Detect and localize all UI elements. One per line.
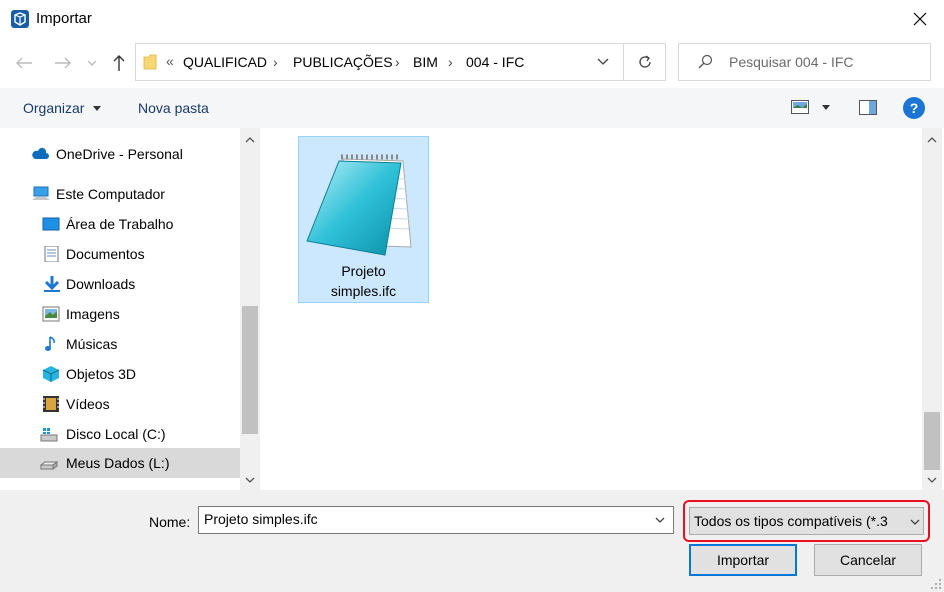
file-list-scrollbar[interactable]	[922, 128, 942, 490]
sidebar-item-label: Este Computador	[56, 186, 165, 202]
sidebar-item-3d-objects[interactable]: Objetos 3D	[0, 359, 240, 389]
caret-down-icon[interactable]	[93, 106, 101, 111]
breadcrumb-item[interactable]: BIM	[413, 54, 438, 70]
downloads-icon	[44, 276, 60, 292]
sidebar-item-label: Documentos	[66, 246, 145, 262]
objects-3d-icon	[42, 366, 60, 382]
sidebar-item-drive-l[interactable]: Meus Dados (L:)	[0, 448, 240, 478]
breadcrumb-item[interactable]: PUBLICAÇÕES	[293, 54, 393, 70]
close-icon	[913, 12, 927, 26]
chevron-down-icon[interactable]	[594, 54, 612, 70]
breadcrumb-separator-icon[interactable]: ›	[395, 54, 400, 70]
chevron-down-icon[interactable]	[654, 515, 666, 525]
view-mode-icon[interactable]	[791, 100, 809, 114]
search-box[interactable]: Pesquisar 004 - IFC	[678, 43, 931, 81]
sidebar-item-downloads[interactable]: Downloads	[0, 269, 240, 299]
arrow-left-icon	[16, 57, 32, 69]
forward-button[interactable]	[51, 52, 75, 74]
cancel-button[interactable]: Cancelar	[814, 544, 922, 576]
recent-locations-button[interactable]	[84, 52, 100, 74]
sidebar-item-onedrive[interactable]: OneDrive - Personal	[0, 139, 240, 169]
navigation-pane-scrollbar[interactable]	[240, 128, 260, 490]
sidebar-item-label: Downloads	[66, 276, 136, 292]
resize-grip-icon[interactable]	[930, 578, 942, 590]
breadcrumb-separator-icon[interactable]: ›	[273, 54, 278, 70]
organize-button[interactable]: Organizar	[23, 100, 84, 116]
scrollbar-thumb[interactable]	[242, 306, 258, 434]
window-title: Importar	[36, 10, 92, 27]
videos-icon	[43, 396, 59, 412]
title-bar: Importar	[0, 0, 944, 38]
back-button[interactable]	[12, 52, 36, 74]
refresh-icon	[638, 55, 651, 68]
desktop-icon	[42, 217, 60, 231]
scroll-down-icon[interactable]	[245, 476, 255, 484]
file-name-input[interactable]: Projeto simples.ifc	[198, 506, 674, 534]
scroll-up-icon[interactable]	[245, 136, 255, 144]
file-name-line: Projeto	[341, 263, 386, 279]
sidebar-item-videos[interactable]: Vídeos	[0, 389, 240, 419]
notepad-file-icon	[306, 154, 412, 256]
sidebar-item-label: Área de Trabalho	[66, 216, 174, 232]
music-icon	[45, 336, 55, 351]
sidebar-item-label: Meus Dados (L:)	[66, 455, 170, 471]
sidebar-item-label: Músicas	[66, 336, 118, 352]
file-type-highlight: Todos os tipos compatíveis (*.3	[683, 500, 930, 542]
drive-c-icon	[40, 428, 58, 442]
file-name-value[interactable]: Projeto simples.ifc	[204, 511, 318, 527]
chevron-down-icon	[87, 60, 97, 66]
address-bar[interactable]: « QUALIFICAD › PUBLICAÇÕES › BIM › 004 -…	[135, 43, 624, 81]
caret-down-icon[interactable]	[822, 105, 830, 110]
chevron-down-icon[interactable]	[909, 517, 921, 527]
file-name: Projeto simples.ifc	[299, 261, 428, 301]
refresh-button[interactable]	[623, 43, 666, 81]
scroll-down-icon[interactable]	[927, 476, 937, 484]
sidebar-item-label: Vídeos	[66, 396, 110, 412]
sidebar-item-label: Objetos 3D	[66, 366, 137, 382]
help-icon[interactable]: ?	[903, 97, 925, 119]
breadcrumb-item[interactable]: QUALIFICAD	[183, 54, 267, 70]
breadcrumb-item[interactable]: 004 - IFC	[466, 54, 524, 70]
file-item[interactable]: Projeto simples.ifc	[298, 136, 429, 303]
drive-l-icon	[40, 461, 58, 470]
sidebar-item-desktop[interactable]: Área de Trabalho	[0, 209, 240, 239]
up-button[interactable]	[107, 52, 131, 74]
sidebar-item-music[interactable]: Músicas	[0, 329, 240, 359]
sidebar-item-label: OneDrive - Personal	[56, 146, 183, 162]
documents-icon	[44, 246, 59, 262]
sidebar-item-drive-c[interactable]: Disco Local (C:)	[0, 419, 240, 449]
file-name-label: Nome:	[149, 514, 191, 530]
sidebar-item-documents[interactable]: Documentos	[0, 239, 240, 269]
import-button[interactable]: Importar	[689, 544, 797, 576]
file-name-line: simples.ifc	[330, 283, 397, 299]
file-type-value[interactable]: Todos os tipos compatíveis (*.3	[694, 513, 888, 529]
onedrive-icon	[32, 147, 49, 159]
scrollbar-thumb[interactable]	[924, 412, 940, 470]
breadcrumb-overflow[interactable]: «	[166, 53, 174, 69]
file-type-select[interactable]: Todos os tipos compatíveis (*.3	[689, 507, 924, 535]
sidebar-item-label: Disco Local (C:)	[66, 426, 166, 442]
computer-icon	[32, 186, 50, 200]
sidebar-item-this-pc[interactable]: Este Computador	[0, 179, 240, 209]
search-input[interactable]: Pesquisar 004 - IFC	[729, 54, 854, 70]
sketchup-app-icon	[11, 10, 29, 28]
preview-pane-icon[interactable]	[859, 100, 877, 115]
folder-icon	[143, 54, 157, 70]
navigation-pane: OneDrive - Personal Este Computador Área…	[0, 128, 240, 490]
scroll-up-icon[interactable]	[927, 136, 937, 144]
search-icon	[698, 54, 713, 69]
close-button[interactable]	[906, 6, 934, 32]
new-folder-button[interactable]: Nova pasta	[138, 100, 209, 116]
arrow-right-icon	[55, 57, 71, 69]
breadcrumb-separator-icon[interactable]: ›	[448, 54, 453, 70]
sidebar-item-pictures[interactable]: Imagens	[0, 299, 240, 329]
pictures-icon	[42, 306, 60, 322]
arrow-up-icon	[113, 55, 125, 71]
sidebar-item-label: Imagens	[66, 306, 120, 322]
